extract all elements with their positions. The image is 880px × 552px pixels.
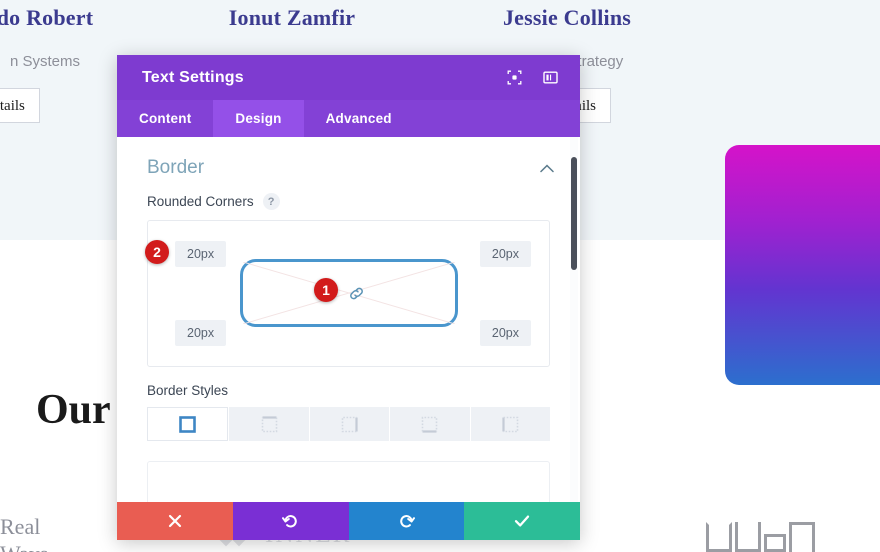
- corner-value-bottom-right[interactable]: 20px: [479, 320, 531, 346]
- chevron-up-icon[interactable]: [538, 159, 556, 177]
- footer-tagline-line2: Ways: [0, 540, 48, 552]
- tab-design[interactable]: Design: [213, 100, 304, 137]
- tab-content[interactable]: Content: [117, 100, 213, 137]
- screen: do Robert n Systems re Details Ionut Zam…: [0, 0, 880, 552]
- border-right-icon: [341, 416, 358, 432]
- border-all-icon: [179, 415, 197, 433]
- corner-value-top-right[interactable]: 20px: [479, 241, 531, 267]
- modal-tabs: Content Design Advanced: [117, 100, 580, 137]
- border-left-icon: [502, 416, 519, 432]
- save-button[interactable]: [464, 502, 580, 540]
- gradient-decoration-box: [725, 145, 880, 385]
- undo-button[interactable]: [232, 502, 349, 540]
- modal-header: Text Settings: [117, 55, 580, 100]
- footer-tagline: Real Ways: [0, 513, 48, 552]
- expand-icon[interactable]: [502, 66, 526, 90]
- cancel-button[interactable]: [117, 502, 233, 540]
- border-style-top-side[interactable]: [229, 407, 309, 441]
- scrollbar-thumb[interactable]: [571, 157, 577, 270]
- layout-panel-icon[interactable]: [538, 66, 562, 90]
- help-icon[interactable]: ?: [262, 193, 280, 210]
- page-title-prefix: Our: [36, 387, 121, 433]
- modal-title: Text Settings: [142, 68, 244, 86]
- tab-advanced[interactable]: Advanced: [304, 100, 414, 137]
- logo-ghg: [706, 522, 815, 552]
- border-section-title: Border: [147, 157, 205, 178]
- callout-badge-1: 1: [314, 278, 338, 302]
- undo-icon: [282, 514, 297, 527]
- border-section-header[interactable]: Border: [117, 137, 580, 179]
- redo-button[interactable]: [348, 502, 465, 540]
- corner-value-bottom-left[interactable]: 20px: [175, 320, 227, 346]
- rounded-corners-panel: 20px 20px 20px 20px: [147, 220, 550, 367]
- border-bottom-icon: [422, 416, 438, 433]
- redo-icon: [400, 514, 415, 527]
- corner-value-top-left[interactable]: 20px: [175, 241, 227, 267]
- callout-badge-2: 2: [145, 240, 169, 264]
- team-member-name: Jessie Collins: [502, 5, 632, 30]
- border-styles-label: Border Styles: [147, 383, 229, 398]
- border-style-bottom-side[interactable]: [390, 407, 470, 441]
- modal-body: Border Rounded Corners ? 20px 20px 20px …: [117, 137, 580, 502]
- rounded-corners-label: Rounded Corners: [147, 194, 254, 209]
- footer-tagline-line1: Real: [0, 514, 41, 539]
- close-icon: [168, 514, 181, 528]
- text-settings-modal: Text Settings Content Design Advanced Bo…: [117, 55, 580, 540]
- border-color-field[interactable]: [147, 461, 550, 502]
- border-style-left-side[interactable]: [470, 407, 551, 441]
- checkmark-icon: [514, 515, 530, 527]
- team-member-name: do Robert: [0, 5, 94, 30]
- team-member-name: Ionut Zamfir: [228, 5, 356, 30]
- corner-preview-shape: [240, 259, 458, 327]
- more-details-button-1[interactable]: re Details: [0, 88, 40, 123]
- modal-footer: [117, 502, 580, 540]
- border-style-all-sides[interactable]: [147, 407, 229, 441]
- border-styles-row: [147, 407, 551, 441]
- border-top-icon: [261, 415, 277, 432]
- link-icon[interactable]: [347, 284, 365, 302]
- rounded-corners-label-row: Rounded Corners ?: [117, 179, 580, 210]
- border-style-right-side[interactable]: [309, 407, 390, 441]
